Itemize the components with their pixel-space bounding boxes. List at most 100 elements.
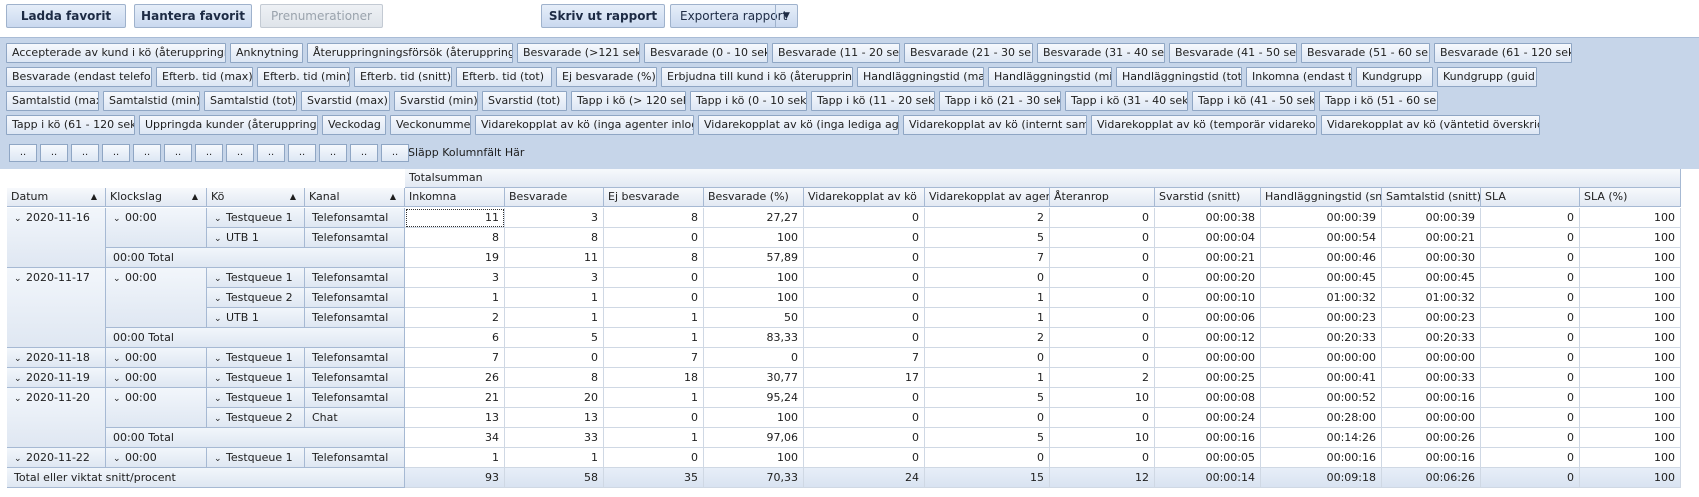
field-chip[interactable]: Besvarade (51 - 60 sek) [1301,43,1430,63]
field-chip[interactable]: Samtalstid (min) [103,91,200,111]
field-chip[interactable]: Svarstid (tot) [482,91,567,111]
row-field-header[interactable]: Datum ▲ [7,188,106,207]
field-chip[interactable]: Tapp i kö (61 - 120 sek) [6,115,135,135]
field-chip[interactable]: Vidarekopplat av kö (internt samtal) [903,115,1087,135]
field-chip[interactable]: Erbjudna till kund i kö (återuppringning… [661,67,853,87]
sort-ascending-icon[interactable]: ▲ [390,188,396,206]
field-chip[interactable]: Uppringda kunder (återuppringning) [139,115,318,135]
column-field-placeholder[interactable]: .. [350,144,378,162]
collapse-icon[interactable]: ⌄ [214,390,226,407]
collapse-icon[interactable]: ⌄ [214,230,226,247]
column-header[interactable]: SLA (%) [1580,188,1681,207]
column-field-placeholder[interactable]: .. [40,144,68,162]
date-row-header[interactable]: ⌄ 2020-11-22 [7,448,106,468]
collapse-icon[interactable]: ⌄ [14,270,26,289]
field-chip[interactable]: Samtalstid (max) [6,91,99,111]
date-row-header[interactable]: ⌄ 2020-11-17 [7,268,106,348]
field-chip[interactable]: Besvarade (0 - 10 sek) [644,43,768,63]
field-chip[interactable]: Tapp i kö (> 120 sek) [571,91,686,111]
column-field-placeholder[interactable]: .. [9,144,37,162]
sort-ascending-icon[interactable]: ▲ [290,188,296,206]
collapse-icon[interactable]: ⌄ [113,450,125,467]
collapse-icon[interactable]: ⌄ [214,410,226,427]
field-chip[interactable]: Handläggningstid (max) [857,67,984,87]
time-row-header[interactable]: ⌄ 00:00 [106,268,207,328]
collapse-icon[interactable]: ⌄ [214,270,226,287]
collapse-icon[interactable]: ⌄ [113,210,125,229]
queue-row-header[interactable]: ⌄ Testqueue 1 [207,388,305,408]
field-chip[interactable]: Tapp i kö (51 - 60 sek) [1319,91,1438,111]
collapse-icon[interactable]: ⌄ [14,210,26,229]
field-chip[interactable]: Inkomna (endast telefon) [1246,67,1352,87]
field-chip[interactable]: Handläggningstid (tot) [1116,67,1242,87]
field-chip[interactable]: Accepterade av kund i kö (återuppringnin… [6,43,226,63]
queue-row-header[interactable]: ⌄ UTB 1 [207,228,305,248]
manage-favorites-button[interactable]: Hantera favorit [134,4,252,28]
column-header[interactable]: Ej besvarade [604,188,704,207]
collapse-icon[interactable]: ⌄ [214,450,226,467]
collapse-icon[interactable]: ⌄ [113,350,125,367]
column-header[interactable]: Svarstid (snitt) [1155,188,1261,207]
print-report-button[interactable]: Skriv ut rapport [541,4,665,28]
date-row-header[interactable]: ⌄ 2020-11-16 [7,208,106,268]
collapse-icon[interactable]: ⌄ [214,370,226,387]
collapse-icon[interactable]: ⌄ [14,390,26,409]
column-field-placeholder[interactable]: .. [133,144,161,162]
queue-row-header[interactable]: ⌄ Testqueue 1 [207,368,305,388]
column-field-placeholder[interactable]: .. [319,144,347,162]
sort-ascending-icon[interactable]: ▲ [91,188,97,206]
queue-row-header[interactable]: ⌄ Testqueue 1 [207,448,305,468]
collapse-icon[interactable]: ⌄ [14,350,26,367]
queue-row-header[interactable]: ⌄ UTB 1 [207,308,305,328]
date-row-header[interactable]: ⌄ 2020-11-20 [7,388,106,448]
chevron-down-icon[interactable]: ▼ [775,5,797,27]
queue-row-header[interactable]: ⌄ Testqueue 1 [207,268,305,288]
column-header[interactable]: Besvarade (%) [704,188,804,207]
field-chip[interactable]: Efterb. tid (snitt) [354,67,452,87]
export-report-dropdown[interactable]: Exportera rapport ▼ [670,4,798,28]
field-chip[interactable]: Vidarekopplat av kö (väntetid överskride… [1321,115,1540,135]
field-chip[interactable]: Kundgrupp (guid) [1437,67,1537,87]
collapse-icon[interactable]: ⌄ [214,310,226,327]
time-row-header[interactable]: 00:00 Total [106,428,405,448]
collapse-icon[interactable]: ⌄ [14,450,26,467]
time-row-header[interactable]: ⌄ 00:00 [106,368,207,388]
field-chip[interactable]: Samtalstid (tot) [204,91,297,111]
column-field-placeholder[interactable]: .. [195,144,223,162]
field-chip[interactable]: Besvarade (11 - 20 sek) [772,43,900,63]
field-chip[interactable]: Besvarade (21 - 30 sek) [904,43,1033,63]
collapse-icon[interactable]: ⌄ [214,210,226,227]
column-header[interactable]: Vidarekopplat av agent [925,188,1050,207]
column-header[interactable]: Samtalstid (snitt) [1382,188,1481,207]
column-field-placeholder[interactable]: .. [164,144,192,162]
field-chip[interactable]: Tapp i kö (11 - 20 sek) [811,91,935,111]
row-field-header[interactable]: Klockslag ▲ [106,188,207,207]
column-field-placeholder[interactable]: .. [71,144,99,162]
column-field-placeholder[interactable]: .. [226,144,254,162]
field-chip[interactable]: Kundgrupp [1356,67,1433,87]
collapse-icon[interactable]: ⌄ [14,370,26,387]
time-row-header[interactable]: ⌄ 00:00 [106,348,207,368]
field-chip[interactable]: Tapp i kö (41 - 50 sek) [1192,91,1315,111]
column-field-placeholder[interactable]: .. [288,144,316,162]
collapse-icon[interactable]: ⌄ [113,390,125,409]
column-field-placeholder[interactable]: .. [381,144,409,162]
column-field-placeholder[interactable]: .. [102,144,130,162]
time-row-header[interactable]: ⌄ 00:00 [106,208,207,248]
time-row-header[interactable]: ⌄ 00:00 [106,448,207,468]
field-chip[interactable]: Vidarekopplat av kö (inga agenter inlogg… [475,115,694,135]
subscriptions-button[interactable]: Prenumerationer [260,4,383,28]
collapse-icon[interactable]: ⌄ [113,370,125,387]
column-field-placeholder[interactable]: .. [257,144,285,162]
date-row-header[interactable]: ⌄ 2020-11-19 [7,368,106,388]
queue-row-header[interactable]: ⌄ Testqueue 2 [207,408,305,428]
sort-ascending-icon[interactable]: ▲ [192,188,198,206]
field-chip[interactable]: Återuppringningsförsök (återuppringning) [307,43,513,63]
field-chip[interactable]: Svarstid (min) [394,91,478,111]
field-chip[interactable]: Vidarekopplat av kö (inga lediga agenter… [698,115,899,135]
queue-row-header[interactable]: ⌄ Testqueue 1 [207,208,305,228]
queue-row-header[interactable]: ⌄ Testqueue 2 [207,288,305,308]
field-chip[interactable]: Efterb. tid (max) [156,67,253,87]
field-chip[interactable]: Tapp i kö (0 - 10 sek) [690,91,807,111]
row-field-header[interactable]: Kö ▲ [207,188,305,207]
